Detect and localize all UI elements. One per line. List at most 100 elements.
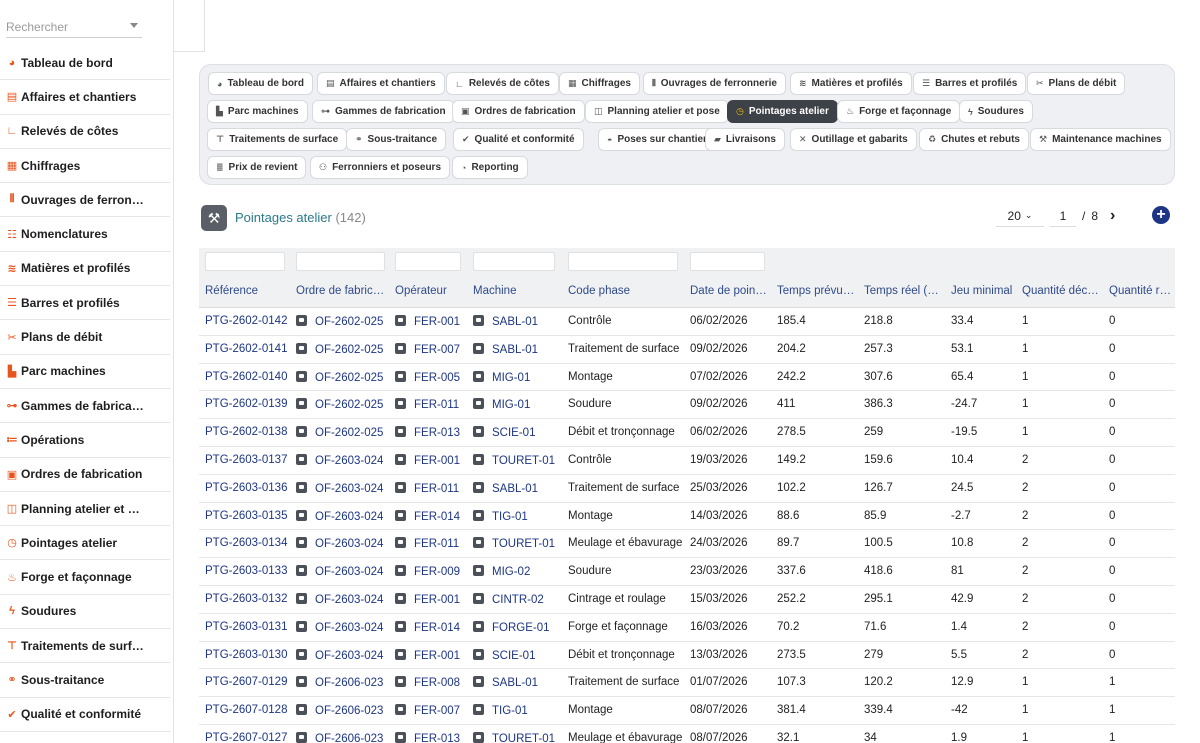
table-cell[interactable]: PTG-2602-0141: [205, 343, 293, 355]
table-cell[interactable]: SCIE-01: [473, 648, 565, 662]
tab-item[interactable]: ◔ Reporting: [452, 156, 528, 179]
table-cell[interactable]: PTG-2607-0128: [205, 704, 293, 716]
sidebar-item[interactable]: ♨ Forge et façonnage: [0, 560, 170, 595]
column-header[interactable]: Temps prévu…: [777, 285, 861, 297]
sidebar-item[interactable]: ⊤ Traitements de surface: [0, 629, 170, 664]
table-cell[interactable]: MIG-01: [473, 398, 565, 411]
table-cell[interactable]: FER-011: [395, 481, 470, 495]
table-cell[interactable]: OF-2602-025: [296, 398, 392, 411]
table-cell[interactable]: FER-014: [395, 509, 470, 523]
table-cell[interactable]: TOURET-01: [473, 731, 565, 743]
table-row[interactable]: PTG-2603-0134 OF-2603-024 FER-011 TOURET-01…: [199, 530, 1175, 559]
table-cell[interactable]: MIG-01: [473, 370, 565, 384]
table-cell[interactable]: OF-2603-024: [296, 537, 392, 550]
table-cell[interactable]: PTG-2603-0136: [205, 482, 293, 494]
table-cell[interactable]: OF-2603-024: [296, 565, 392, 578]
table-cell[interactable]: FER-013: [395, 731, 470, 743]
table-cell[interactable]: FER-013: [395, 426, 470, 439]
table-cell[interactable]: OF-2603-024: [296, 592, 392, 606]
tab-item[interactable]: ≋ Matières et profilés: [790, 72, 912, 95]
per-page-select[interactable]: 20 ⌄: [996, 205, 1044, 227]
table-cell[interactable]: OF-2602-025: [296, 426, 392, 439]
column-header[interactable]: Date de poin…: [690, 285, 774, 297]
table-cell[interactable]: OF-2603-024: [296, 509, 392, 523]
table-row[interactable]: PTG-2607-0128 OF-2606-023 FER-007 TIG-01 Mon…: [199, 697, 1175, 725]
table-cell[interactable]: TIG-01: [473, 509, 565, 523]
column-header[interactable]: Ordre de fabric…: [296, 285, 392, 297]
table-cell[interactable]: PTG-2603-0131: [205, 621, 293, 633]
table-row[interactable]: PTG-2602-0141 OF-2602-025 FER-007 SABL-01 Tr…: [199, 336, 1175, 364]
table-cell[interactable]: FER-011: [395, 537, 470, 550]
table-cell[interactable]: FER-001: [395, 648, 470, 662]
tab-item[interactable]: ◫ Planning atelier et pose: [585, 100, 729, 123]
table-cell[interactable]: OF-2603-024: [296, 648, 392, 662]
table-cell[interactable]: PTG-2602-0142: [205, 315, 293, 327]
sidebar-item[interactable]: ☷ Nomenclatures: [0, 217, 170, 252]
add-record-button[interactable]: +: [1152, 206, 1170, 224]
table-cell[interactable]: PTG-2603-0137: [205, 454, 293, 466]
table-cell[interactable]: PTG-2602-0138: [205, 426, 293, 438]
column-header[interactable]: Quantité reb…: [1109, 285, 1175, 297]
table-row[interactable]: PTG-2607-0129 OF-2606-023 FER-008 SABL-01 Tr…: [199, 669, 1175, 698]
table-row[interactable]: PTG-2602-0139 OF-2602-025 FER-011 MIG-01 Sou…: [199, 391, 1175, 420]
sidebar-item[interactable]: ⚭ Sous-traitance: [0, 663, 170, 698]
table-row[interactable]: PTG-2602-0138 OF-2602-025 FER-013 SCIE-01 Dé…: [199, 419, 1175, 447]
table-cell[interactable]: OF-2603-024: [296, 481, 392, 495]
table-cell[interactable]: FER-001: [395, 453, 470, 467]
table-cell[interactable]: FER-008: [395, 676, 470, 689]
table-cell[interactable]: OF-2602-025: [296, 342, 392, 356]
table-cell[interactable]: CINTR-02: [473, 592, 565, 606]
table-cell[interactable]: FER-011: [395, 398, 470, 411]
table-cell[interactable]: OF-2606-023: [296, 731, 392, 743]
column-header[interactable]: Quantité déc…: [1022, 285, 1106, 297]
table-row[interactable]: PTG-2602-0140 OF-2602-025 FER-005 MIG-01 Mon…: [199, 364, 1175, 392]
table-row[interactable]: PTG-2603-0135 OF-2603-024 FER-014 TIG-01 Mon…: [199, 503, 1175, 531]
sidebar-item[interactable]: ⫴ Ouvrages de ferronnerie: [0, 183, 170, 218]
table-cell[interactable]: TOURET-01: [473, 537, 565, 550]
tab-item[interactable]: ☰ Barres et profilés: [913, 72, 1027, 95]
sidebar-item[interactable]: ☰ Barres et profilés: [0, 286, 170, 321]
column-header[interactable]: Code phase: [568, 285, 686, 297]
tab-item[interactable]: ♻ Chutes et rebuts: [919, 128, 1029, 151]
table-row[interactable]: PTG-2603-0131 OF-2603-024 FER-014 FORGE-01 F…: [199, 614, 1175, 642]
column-header[interactable]: Machine: [473, 285, 565, 297]
table-cell[interactable]: FORGE-01: [473, 620, 565, 634]
sidebar-item[interactable]: ≔ Opérations: [0, 423, 170, 458]
table-cell[interactable]: SABL-01: [473, 481, 565, 495]
tab-item[interactable]: ✔ Qualité et conformité: [453, 128, 584, 151]
sidebar-item[interactable]: ϟ Soudures: [0, 595, 170, 630]
table-cell[interactable]: PTG-2603-0133: [205, 565, 293, 577]
table-row[interactable]: PTG-2603-0137 OF-2603-024 FER-001 TOURET-01…: [199, 447, 1175, 475]
sidebar-item[interactable]: ≋ Matières et profilés: [0, 252, 170, 287]
table-cell[interactable]: TIG-01: [473, 704, 565, 717]
column-header[interactable]: Temps réel (…: [864, 285, 948, 297]
table-row[interactable]: PTG-2603-0133 OF-2603-024 FER-009 MIG-02 Sou…: [199, 558, 1175, 586]
table-cell[interactable]: OF-2603-024: [296, 620, 392, 634]
table-cell[interactable]: PTG-2607-0129: [205, 676, 293, 688]
tab-item[interactable]: ⊶ Gammes de fabrication: [312, 100, 455, 123]
table-cell[interactable]: PTG-2602-0140: [205, 371, 293, 383]
table-cell[interactable]: FER-007: [395, 704, 470, 717]
column-filter-input[interactable]: [205, 252, 285, 271]
sidebar-item[interactable]: ▣ Ordres de fabrication: [0, 458, 170, 492]
tab-item[interactable]: ∟ Relevés de côtes: [446, 72, 559, 95]
tab-item[interactable]: ⚭ Sous-traitance: [346, 128, 447, 151]
table-cell[interactable]: FER-001: [395, 592, 470, 606]
table-cell[interactable]: FER-014: [395, 620, 470, 634]
tab-item[interactable]: ϟ Soudures: [959, 100, 1033, 123]
tab-item[interactable]: ▦ Chiffrages: [559, 72, 640, 95]
table-cell[interactable]: PTG-2603-0130: [205, 649, 293, 661]
tab-item[interactable]: ▣ Ordres de fabrication: [452, 100, 585, 123]
sidebar-item[interactable]: ▦ Chiffrages: [0, 149, 170, 184]
table-cell[interactable]: SABL-01: [473, 676, 565, 689]
tab-item[interactable]: ▤ Affaires et chantiers: [317, 72, 445, 95]
table-cell[interactable]: PTG-2603-0134: [205, 537, 293, 549]
column-filter-input[interactable]: [395, 252, 461, 271]
column-header[interactable]: Opérateur: [395, 285, 470, 297]
sidebar-item[interactable]: ◷ Pointages atelier: [0, 526, 170, 561]
column-filter-input[interactable]: [568, 252, 678, 271]
tab-item[interactable]: ✕ Outillage et gabarits: [790, 128, 917, 151]
table-row[interactable]: PTG-2603-0130 OF-2603-024 FER-001 SCIE-01 Dé…: [199, 642, 1175, 670]
tab-item[interactable]: ▙ Parc machines: [207, 100, 308, 123]
sidebar-item[interactable]: ⊶ Gammes de fabrication: [0, 389, 170, 424]
